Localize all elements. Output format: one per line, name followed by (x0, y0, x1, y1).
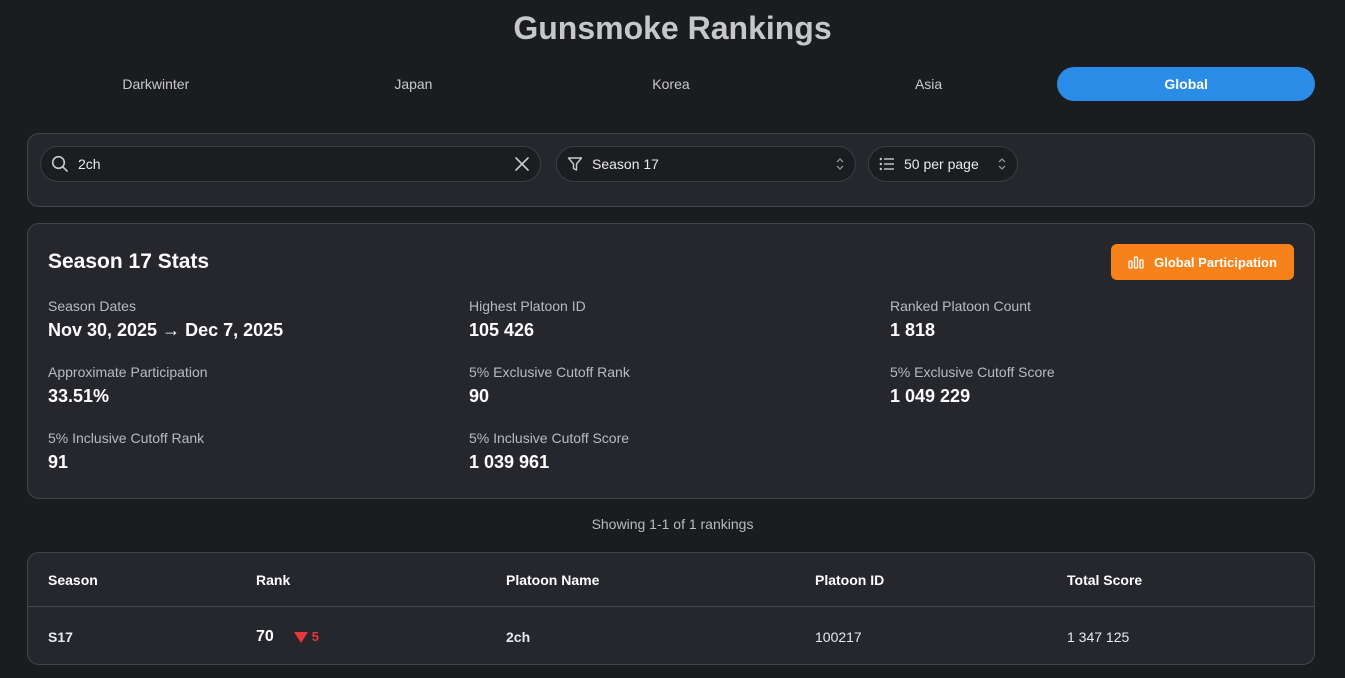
season-stats-panel: Season 17 Stats Global Participation Sea… (27, 223, 1315, 499)
stat-highest-platoon-id: Highest Platoon ID 105 426 (469, 298, 586, 341)
column-header-rank[interactable]: Rank (256, 553, 290, 606)
chevron-up-down-icon (998, 158, 1006, 170)
stat-label: 5% Exclusive Cutoff Rank (469, 364, 630, 380)
stat-exclusive-cutoff-rank: 5% Exclusive Cutoff Rank 90 (469, 364, 630, 407)
tab-darkwinter[interactable]: Darkwinter (27, 67, 285, 101)
page-title: Gunsmoke Rankings (513, 10, 832, 46)
stat-label: Approximate Participation (48, 364, 208, 380)
stat-value: 1 049 229 (890, 386, 971, 406)
stats-title: Season 17 Stats (48, 250, 210, 273)
stat-value: Nov 30, 2025 → Dec 7, 2025 (48, 320, 284, 340)
cell-platoon-name[interactable]: 2ch (506, 608, 530, 664)
stat-value: 1 818 (890, 320, 936, 340)
stat-value: 91 (48, 452, 69, 472)
tab-korea[interactable]: Korea (542, 67, 800, 101)
global-participation-button[interactable]: Global Participation (1111, 244, 1294, 280)
stat-value: 33.51% (48, 386, 110, 406)
stat-label: Ranked Platoon Count (890, 298, 1031, 314)
arrow-down-icon (293, 632, 308, 643)
stat-label: Season Dates (48, 298, 136, 314)
rank-change-value: 5 (311, 629, 320, 644)
tab-japan[interactable]: Japan (285, 67, 543, 101)
cell-platoon-id: 100217 (815, 628, 862, 645)
rank-change: 5 (293, 629, 320, 644)
rank-value: 70 (256, 627, 274, 645)
stat-value: 105 426 (469, 320, 535, 340)
stat-exclusive-cutoff-score: 5% Exclusive Cutoff Score 1 049 229 (890, 364, 1055, 407)
column-header-platoon-name[interactable]: Platoon Name (506, 553, 599, 606)
cell-rank: 70 5 (256, 608, 320, 664)
column-header-total-score[interactable]: Total Score (1067, 553, 1142, 606)
search-input[interactable] (78, 156, 514, 172)
table-header: Season Rank Platoon Name Platoon ID Tota… (28, 553, 1314, 607)
list-icon (879, 157, 894, 171)
tab-global[interactable]: Global (1057, 67, 1315, 101)
cell-total-score: 1 347 125 (1067, 628, 1130, 645)
cell-season: S17 (48, 628, 73, 645)
stat-inclusive-cutoff-rank: 5% Inclusive Cutoff Rank 91 (48, 430, 204, 473)
season-select[interactable]: Season 17 (556, 146, 856, 182)
stat-inclusive-cutoff-score: 5% Inclusive Cutoff Score 1 039 961 (469, 430, 629, 473)
column-header-season[interactable]: Season (48, 553, 98, 606)
stat-ranked-platoon-count: Ranked Platoon Count 1 818 (890, 298, 1031, 341)
stat-label: 5% Exclusive Cutoff Score (890, 364, 1055, 380)
search-icon (51, 155, 68, 172)
column-header-platoon-id[interactable]: Platoon ID (815, 553, 884, 606)
stat-value: 90 (469, 386, 490, 406)
table-row[interactable]: S17 70 5 2ch 100217 1 347 125 (28, 608, 1314, 664)
stat-label: 5% Inclusive Cutoff Score (469, 430, 630, 446)
season-select-value: Season 17 (592, 156, 659, 172)
stat-season-dates: Season Dates Nov 30, 2025 → Dec 7, 2025 (48, 298, 283, 341)
global-participation-label: Global Participation (1154, 254, 1277, 270)
results-summary: Showing 1-1 of 1 rankings (591, 516, 754, 532)
stat-label: Highest Platoon ID (469, 298, 586, 314)
rankings-table: Season Rank Platoon Name Platoon ID Tota… (27, 552, 1315, 665)
per-page-select[interactable]: 50 per page (868, 146, 1018, 182)
stat-label: 5% Inclusive Cutoff Rank (48, 430, 205, 446)
region-tabs: Darkwinter Japan Korea Asia Global (27, 67, 1315, 101)
stat-approximate-participation: Approximate Participation 33.51% (48, 364, 208, 407)
bar-chart-icon (1128, 256, 1144, 269)
tab-asia[interactable]: Asia (800, 67, 1058, 101)
filter-icon (567, 157, 583, 171)
per-page-value: 50 per page (904, 156, 979, 172)
filter-panel: Season 17 50 per page (27, 133, 1315, 207)
stat-value: 1 039 961 (469, 452, 550, 472)
search-box (40, 146, 541, 182)
chevron-up-down-icon (836, 158, 844, 170)
close-icon[interactable] (514, 156, 530, 172)
